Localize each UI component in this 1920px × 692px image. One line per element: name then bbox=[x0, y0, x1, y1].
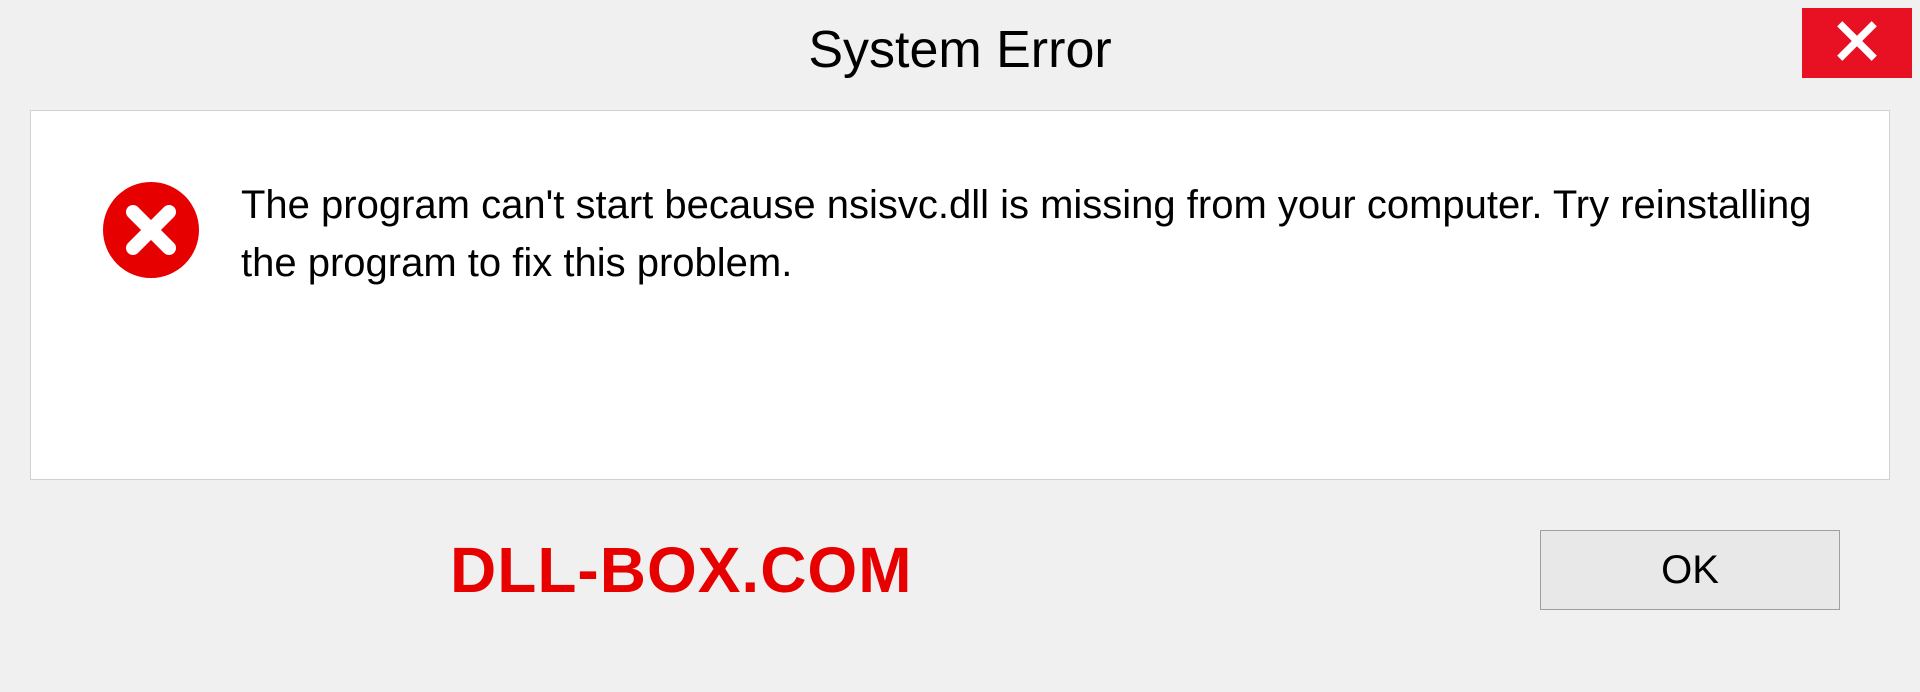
error-message: The program can't start because nsisvc.d… bbox=[241, 176, 1829, 292]
dialog-footer: DLL-BOX.COM OK bbox=[30, 480, 1890, 660]
dialog-title: System Error bbox=[808, 20, 1111, 80]
watermark-text: DLL-BOX.COM bbox=[60, 533, 913, 607]
message-panel: The program can't start because nsisvc.d… bbox=[30, 110, 1890, 480]
close-icon bbox=[1835, 19, 1879, 68]
ok-button[interactable]: OK bbox=[1540, 530, 1840, 610]
ok-button-label: OK bbox=[1661, 548, 1719, 593]
close-button[interactable] bbox=[1802, 8, 1912, 78]
title-bar: System Error bbox=[0, 0, 1920, 100]
error-icon bbox=[101, 180, 201, 280]
